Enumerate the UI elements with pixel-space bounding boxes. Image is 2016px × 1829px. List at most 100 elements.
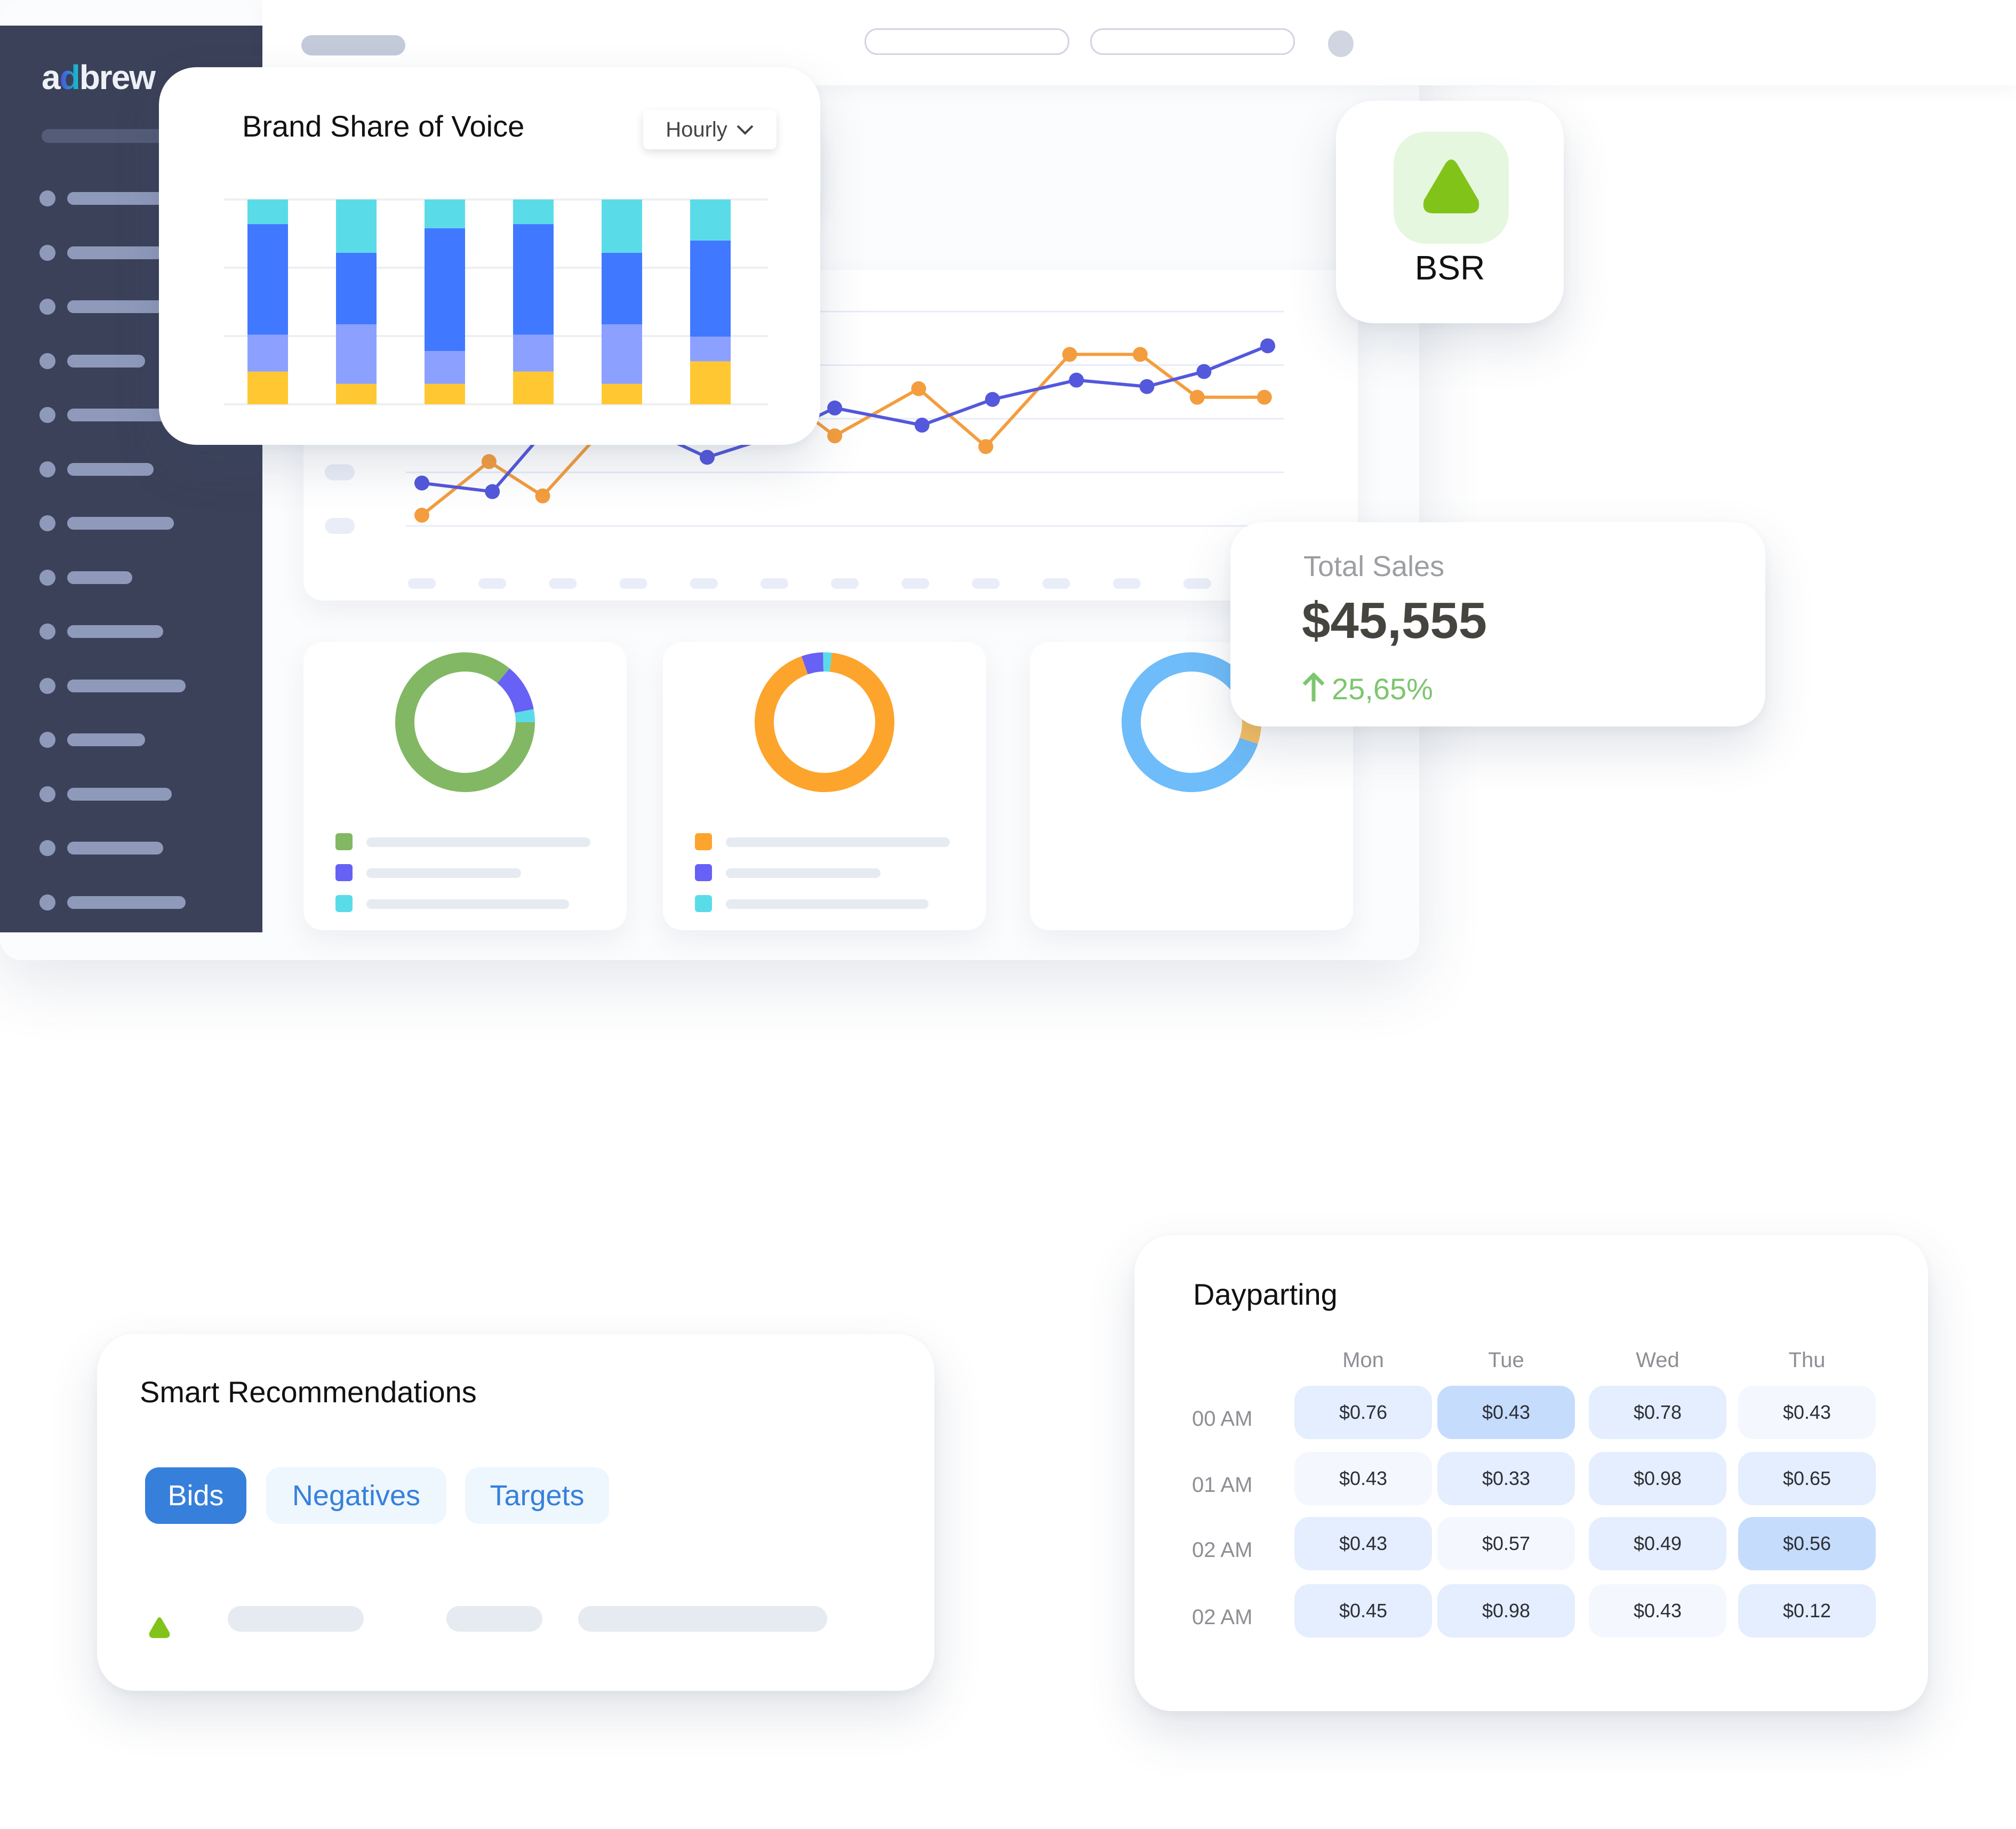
tab-bids[interactable]: Bids [145,1467,246,1524]
bar-segment-yellow[interactable] [247,371,288,404]
point-series-blue[interactable] [414,475,429,491]
x-tick-label-placeholder [549,578,577,589]
interval-dropdown[interactable]: Hourly [643,110,777,149]
bid-cell[interactable]: $0.43 [1294,1517,1432,1570]
point-series-orange[interactable] [414,507,429,523]
bar-segment-lavender[interactable] [336,324,377,384]
bar-segment-blue[interactable] [336,252,377,325]
bar-segment-lavender[interactable] [602,324,642,384]
bar-segment-cyan[interactable] [513,199,554,225]
bid-cell[interactable]: $0.33 [1437,1452,1575,1505]
bar-segment-blue[interactable] [425,228,465,352]
point-series-blue[interactable] [485,484,500,499]
donut-chart-2 [695,652,950,912]
bid-cell[interactable]: $0.45 [1294,1584,1432,1638]
bar-segment-cyan[interactable] [336,199,377,253]
legend-swatch [695,864,712,881]
sidebar-item-label-placeholder [67,462,154,476]
bid-cell[interactable]: $0.43 [1294,1452,1432,1505]
bid-cell[interactable]: $0.65 [1738,1452,1876,1505]
point-series-orange[interactable] [911,381,926,396]
bar-segment-cyan[interactable] [690,199,731,241]
legend-label-placeholder [726,899,929,909]
bar-segment-cyan[interactable] [425,199,465,228]
bar-segment-blue[interactable] [513,224,554,335]
bid-cell[interactable]: $0.43 [1738,1386,1876,1439]
bar-segment-lavender[interactable] [513,334,554,372]
bar-segment-yellow[interactable] [336,384,377,404]
bar-segment-blue[interactable] [602,252,642,325]
tab-targets[interactable]: Targets [465,1467,609,1524]
bar-segment-yellow[interactable] [513,371,554,404]
sidebar-item-label-placeholder [67,733,145,746]
bid-cell[interactable]: $0.98 [1589,1452,1726,1505]
bid-cell[interactable]: $0.57 [1437,1517,1575,1570]
point-series-orange[interactable] [827,428,843,444]
column-header-wed: Wed [1636,1348,1679,1372]
bid-cell[interactable]: $0.76 [1294,1386,1432,1439]
point-series-blue[interactable] [827,400,843,416]
point-series-blue[interactable] [1139,379,1155,394]
donut-card-1 [303,642,627,930]
bar-segment-lavender[interactable] [247,334,288,372]
adbrew-logo[interactable]: adbrew [42,58,156,97]
y-tick-label-placeholder [325,464,355,481]
donut-slice-orange[interactable] [755,652,894,792]
point-series-blue[interactable] [1260,338,1275,354]
arrow-up-icon [1302,672,1325,705]
point-series-orange[interactable] [1132,347,1148,362]
point-series-orange[interactable] [1062,347,1077,362]
donut-slice-cyan[interactable] [515,709,535,723]
point-series-blue[interactable] [914,418,930,433]
bar-segment-lavender[interactable] [690,337,731,362]
top-bar-field-2[interactable] [1090,28,1295,55]
bid-cell[interactable]: $0.49 [1589,1517,1726,1570]
row-label: 01 AM [1192,1473,1253,1497]
brand-share-of-voice-card: Brand Share of Voice Hourly [159,67,820,445]
sidebar-item-label-placeholder [67,679,186,692]
total-sales-card[interactable]: Total Sales $45,555 25,65% [1230,522,1765,726]
top-bar-field-1[interactable] [865,28,1069,55]
bar-segment-lavender[interactable] [425,351,465,384]
dayparting-card: Dayparting Mon Tue Wed Thu 00 AM $0.76 $0.43 $0… [1134,1235,1928,1711]
bid-cell[interactable]: $0.78 [1589,1386,1726,1439]
total-sales-change: 25,65% [1332,672,1433,706]
point-series-blue[interactable] [1196,364,1212,379]
donut-slice-purple[interactable] [497,668,534,713]
x-tick-label-placeholder [619,578,647,589]
bar-segment-blue[interactable] [690,240,731,337]
donut-slice-purple[interactable] [801,652,824,675]
bar-segment-cyan[interactable] [247,199,288,225]
x-tick-label-placeholder [1042,578,1070,589]
point-series-orange[interactable] [978,439,994,454]
bar-segment-cyan[interactable] [602,199,642,253]
donut-chart-1 [335,652,590,912]
sidebar-item-icon [39,461,55,477]
sidebar-item-label-placeholder [67,409,172,421]
bid-cell[interactable]: $0.12 [1738,1584,1876,1638]
bar-segment-yellow[interactable] [602,384,642,404]
bid-cell[interactable]: $0.98 [1437,1584,1575,1638]
point-series-blue[interactable] [985,392,1000,407]
bar-segment-yellow[interactable] [690,361,731,404]
x-tick-label-placeholder [972,578,1000,589]
bsr-card[interactable]: BSR [1336,101,1564,323]
point-series-blue[interactable] [699,450,715,465]
recommendation-placeholder [446,1606,542,1632]
smart-recommendations-card: Smart Recommendations Bids Negatives Tar… [97,1334,934,1691]
sidebar-item-label-placeholder [67,787,172,801]
point-series-orange[interactable] [481,454,497,469]
bar-segment-yellow[interactable] [425,384,465,404]
point-series-orange[interactable] [535,488,550,504]
legend-label-placeholder [366,899,569,909]
tab-negatives[interactable]: Negatives [266,1467,446,1524]
point-series-orange[interactable] [1257,389,1272,405]
bid-cell[interactable]: $0.43 [1589,1584,1726,1638]
point-series-blue[interactable] [1069,372,1084,388]
bar-segment-blue[interactable] [247,224,288,335]
bid-cell[interactable]: $0.43 [1437,1386,1575,1439]
bid-cell[interactable]: $0.56 [1738,1517,1876,1570]
point-series-orange[interactable] [1189,389,1205,405]
sidebar-item-label-placeholder [67,896,186,909]
user-avatar[interactable] [1328,30,1354,57]
